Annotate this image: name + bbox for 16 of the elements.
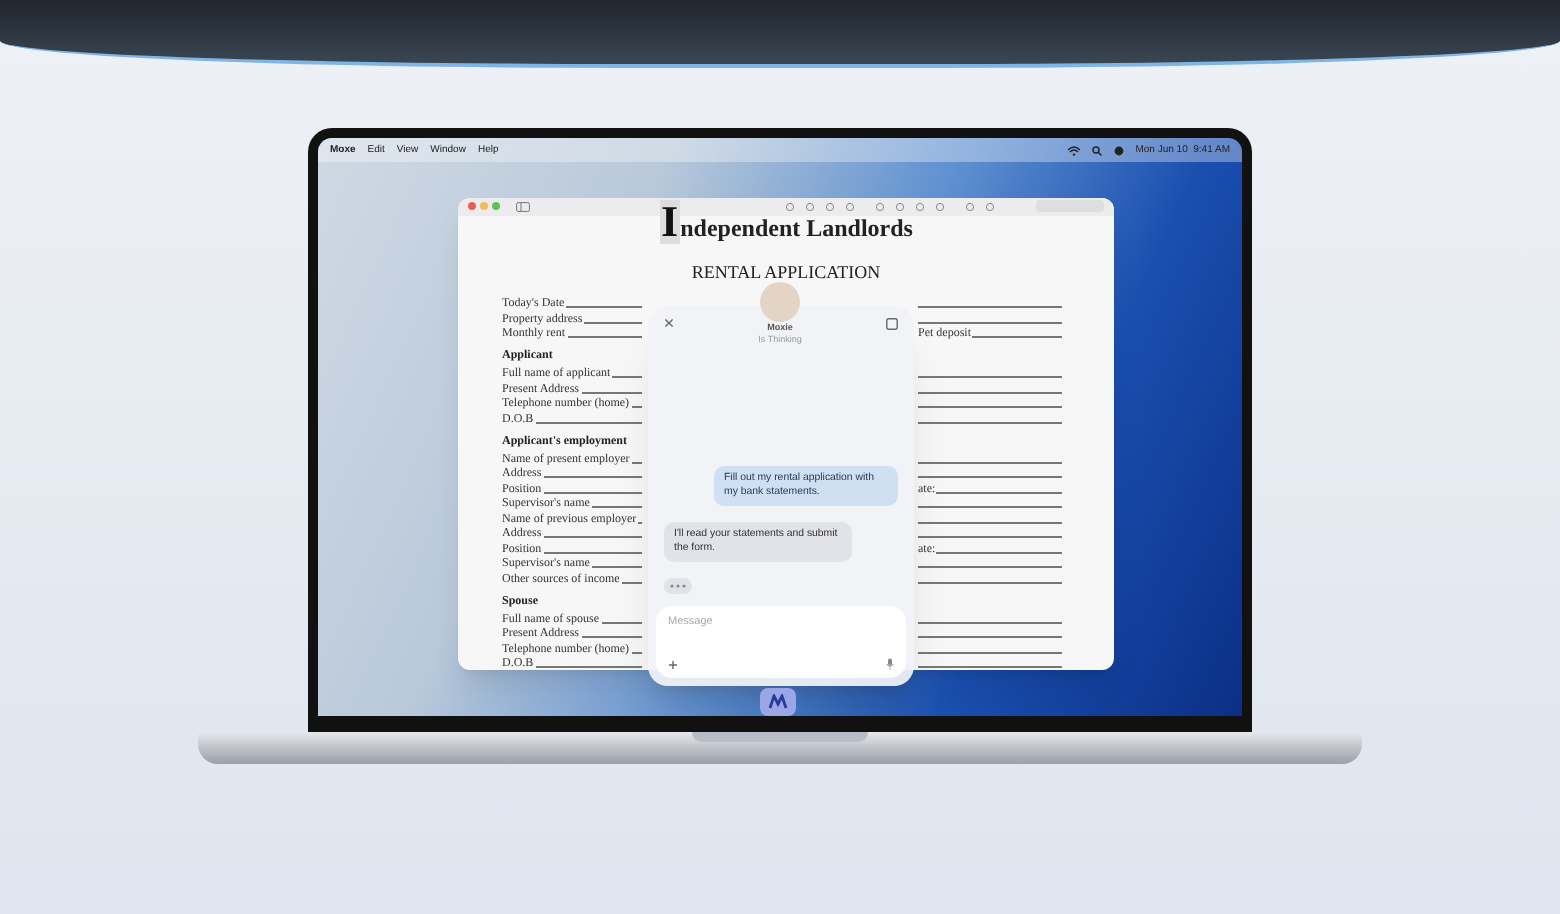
avatar-icon	[760, 282, 800, 322]
logo-text: ndependent Landlords	[680, 215, 913, 239]
logo-initial: I	[659, 199, 681, 243]
close-window-icon[interactable]	[468, 202, 476, 211]
close-icon[interactable]	[664, 318, 674, 328]
wifi-icon[interactable]	[1067, 145, 1080, 155]
search-icon[interactable]	[1091, 145, 1102, 155]
control-center-icon[interactable]	[1113, 145, 1124, 155]
form-title: RENTAL APPLICATION	[689, 263, 883, 281]
sidebar-icon[interactable]	[516, 201, 530, 212]
app-logo-icon	[768, 694, 788, 710]
microphone-icon[interactable]	[886, 658, 894, 670]
plus-icon[interactable]	[668, 659, 678, 669]
expand-icon[interactable]	[886, 318, 898, 330]
dock-app-icon[interactable]	[760, 688, 796, 716]
toolbar-search-field[interactable]	[1036, 200, 1104, 213]
